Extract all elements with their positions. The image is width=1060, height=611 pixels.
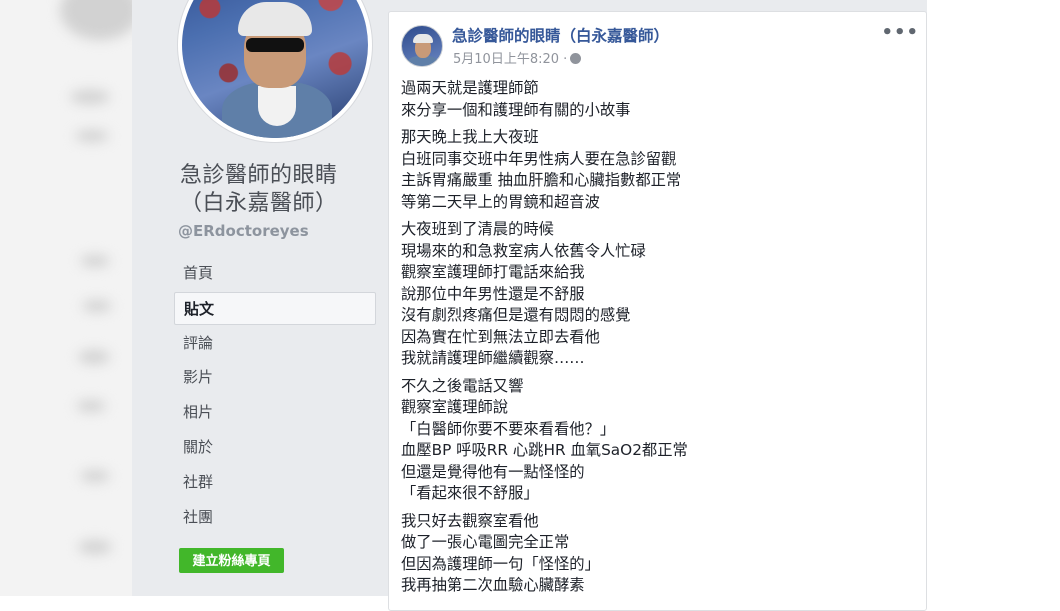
post-line: 「白醫師你要不要來看看他？」	[401, 419, 616, 438]
post-paragraph: 大夜班到了清晨的時候 現場來的和急救室病人依舊令人忙碌 觀察室護理師打電話來給我…	[401, 219, 901, 370]
page-handle[interactable]: @ERdoctoreyes	[178, 222, 309, 240]
create-page-button[interactable]: 建立粉絲專頁	[179, 548, 284, 573]
post-line: 「看起來很不舒服」	[401, 484, 539, 502]
post-line: 說那位中年男性還是不舒服	[401, 284, 585, 303]
post-line: 來分享一個和護理師有關的小故事	[401, 100, 631, 119]
post-card: 急診醫師的眼睛（白永嘉醫師） 5月10日上午8:20 · ••• 過兩天就是護理…	[388, 11, 927, 611]
post-line: 我只好去觀察室看他	[401, 511, 539, 530]
post-line: 那天晚上我上大夜班	[401, 128, 539, 146]
nav-item-groups[interactable]: 社團	[174, 501, 376, 534]
page-nav: 首頁 貼文 評論 影片 相片 關於 社群 社團	[174, 257, 376, 535]
post-paragraph: 不久之後電話又響 觀察室護理師說 「白醫師你要不要來看看他？」 血壓BP 呼吸R…	[401, 376, 901, 505]
profile-picture[interactable]	[178, 0, 372, 142]
nav-item-about[interactable]: 關於	[174, 431, 376, 464]
left-blurred-background	[0, 0, 140, 596]
post-line: 觀察室護理師打電話來給我	[401, 263, 585, 281]
nav-item-home[interactable]: 首頁	[174, 257, 376, 290]
post-paragraph: 過兩天就是護理師節 來分享一個和護理師有關的小故事	[401, 78, 901, 121]
post-line: 觀察室護理師說	[401, 398, 509, 416]
page-title-line1: 急診醫師的眼睛	[180, 163, 338, 188]
post-line: 做了一張心電圖完全正常	[401, 533, 570, 551]
post-line: 血壓BP 呼吸RR 心跳HR 血氧SaO2都正常	[401, 441, 688, 459]
nav-item-videos[interactable]: 影片	[174, 361, 376, 394]
post-timestamp[interactable]: 5月10日上午8:20 ·	[453, 48, 582, 67]
page-title-line2: （白永嘉醫師）	[180, 191, 338, 216]
post-line: 白班同事交班中年男性病人要在急診留觀	[401, 149, 677, 168]
post-paragraph: 我只好去觀察室看他 做了一張心電圖完全正常 但因為護理師一句「怪怪的」 我再抽第…	[401, 511, 901, 597]
post-author-name[interactable]: 急診醫師的眼睛（白永嘉醫師）	[452, 24, 669, 46]
nav-item-community[interactable]: 社群	[174, 466, 376, 499]
avatar	[182, 0, 368, 138]
post-time-text: 5月10日上午8:20 ·	[453, 52, 568, 67]
post-line: 我再抽第二次血驗心臟酵素	[401, 576, 585, 594]
post-line: 因為實在忙到無法立即去看他	[401, 327, 600, 346]
post-line: 我就請護理師繼續觀察……	[401, 349, 585, 367]
right-background	[927, 0, 1060, 596]
post-line: 主訴胃痛嚴重 抽血肝膽和心臟指數都正常	[401, 171, 682, 189]
post-body: 過兩天就是護理師節 來分享一個和護理師有關的小故事 那天晚上我上大夜班 白班同事…	[401, 78, 901, 603]
post-paragraph: 那天晚上我上大夜班 白班同事交班中年男性病人要在急診留觀 主訴胃痛嚴重 抽血肝膽…	[401, 127, 901, 213]
post-line: 沒有劇烈疼痛但是還有悶悶的感覺	[401, 306, 631, 324]
post-author-avatar[interactable]	[401, 25, 443, 67]
nav-item-photos[interactable]: 相片	[174, 396, 376, 429]
page-title: 急診醫師的眼睛 （白永嘉醫師）	[180, 162, 370, 218]
more-options-icon[interactable]: •••	[881, 22, 919, 43]
nav-item-posts[interactable]: 貼文	[174, 291, 376, 325]
post-line: 但因為護理師一句「怪怪的」	[401, 554, 600, 573]
post-line: 等第二天早上的胃鏡和超音波	[401, 192, 600, 211]
post-line: 過兩天就是護理師節	[401, 79, 539, 97]
nav-item-reviews[interactable]: 評論	[174, 327, 376, 360]
globe-icon	[570, 53, 582, 64]
post-line: 不久之後電話又響	[401, 376, 524, 395]
post-line: 但還是覺得他有一點怪怪的	[401, 462, 585, 481]
post-line: 現場來的和急救室病人依舊令人忙碌	[401, 241, 646, 260]
post-line: 大夜班到了清晨的時候	[401, 220, 554, 238]
